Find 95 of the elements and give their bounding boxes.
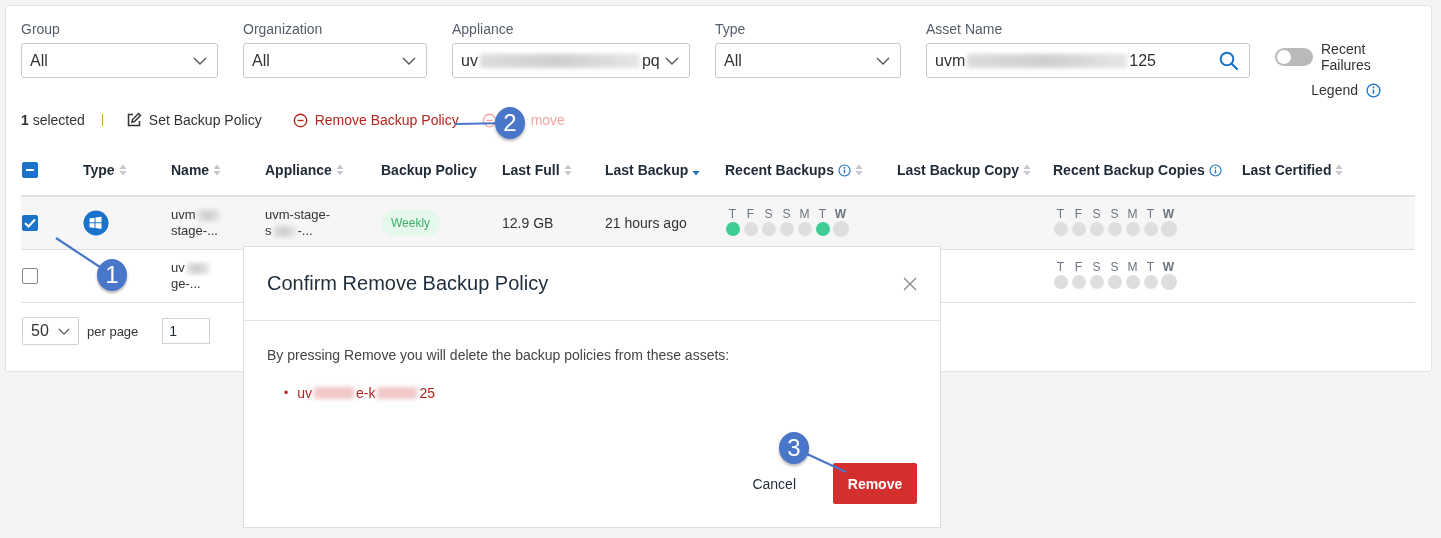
text-fragment: All xyxy=(252,51,270,70)
text-fragment: uvm xyxy=(171,207,196,223)
selection-count: 1 selected xyxy=(21,112,85,128)
toggle-switch[interactable] xyxy=(1275,48,1313,66)
column-header[interactable]: Last Backup xyxy=(605,162,689,178)
day-label: F xyxy=(1074,207,1083,221)
table-cell: 12.9 GB xyxy=(502,215,554,231)
day-label: T xyxy=(1056,207,1065,221)
info-icon[interactable] xyxy=(1366,82,1381,98)
select-all-checkbox[interactable] xyxy=(22,162,38,178)
remove-button[interactable]: Remove xyxy=(833,463,917,504)
column-header[interactable]: Backup Policy xyxy=(381,162,477,178)
info-icon[interactable] xyxy=(837,163,851,177)
text-fragment: uvm xyxy=(935,51,966,70)
day-label: S xyxy=(1110,207,1119,221)
day-label: T xyxy=(818,207,827,221)
filter-label: Appliance xyxy=(452,21,515,38)
search-field[interactable]: uvm 125 xyxy=(926,43,1250,78)
filter-label: Type xyxy=(715,21,747,38)
text-fragment: 125 xyxy=(1129,51,1156,70)
column-header[interactable]: Name xyxy=(171,162,210,178)
text-fragment: uv xyxy=(297,385,312,401)
day-label: T xyxy=(1146,207,1155,221)
legend-link[interactable]: Legend xyxy=(1311,82,1358,98)
day-label: S xyxy=(1092,260,1101,274)
row-checkbox[interactable] xyxy=(22,268,38,284)
dialog-title: Confirm Remove Backup Policy xyxy=(267,272,549,295)
day-label: S xyxy=(1110,260,1119,274)
day-label: S xyxy=(764,207,773,221)
text-fragment: -... xyxy=(297,223,313,239)
page-input[interactable]: 1 xyxy=(162,318,211,344)
chevron-down-icon xyxy=(193,56,207,65)
filter-label: Group xyxy=(21,21,61,38)
chevron-down-icon xyxy=(876,56,890,65)
day-label: M xyxy=(1127,207,1138,221)
text-fragment: uvm-stage- xyxy=(265,207,331,223)
minus-circle-icon[interactable] xyxy=(481,112,497,128)
text-fragment: uv xyxy=(461,51,478,70)
filter-label: Asset Name xyxy=(926,21,1004,38)
toggle-label: Recent Failures xyxy=(1321,41,1372,73)
minus-circle-icon[interactable] xyxy=(292,112,308,128)
redaction-mark xyxy=(314,387,354,399)
column-header[interactable]: Recent Backups xyxy=(725,162,834,178)
table-cell: 21 hours ago xyxy=(605,215,687,231)
day-label: S xyxy=(782,207,791,221)
dropdown[interactable]: All xyxy=(715,43,901,78)
remove-action[interactable]: Remove Backup Policy xyxy=(314,112,459,128)
cancel-button[interactable]: Cancel xyxy=(738,465,810,502)
column-header[interactable]: Recent Backup Copies xyxy=(1053,162,1205,178)
windows-vm-icon xyxy=(83,210,109,236)
day-label: T xyxy=(728,207,737,221)
dropdown[interactable]: All xyxy=(243,43,427,78)
filter-label: Organization xyxy=(243,21,324,38)
bullet: • xyxy=(284,386,289,400)
redaction-mark xyxy=(273,225,296,237)
close-icon[interactable] xyxy=(903,276,917,291)
info-icon[interactable] xyxy=(1208,163,1222,177)
text-fragment: 25 xyxy=(419,385,436,401)
column-header[interactable]: Last Certified xyxy=(1242,162,1332,178)
chevron-down-icon xyxy=(402,56,416,65)
dropdown[interactable]: All xyxy=(21,43,218,78)
per-page-dropdown[interactable]: 50 xyxy=(22,317,79,345)
day-label: W xyxy=(834,207,847,221)
day-label: F xyxy=(746,207,755,221)
edit-icon[interactable] xyxy=(125,112,142,128)
column-header[interactable]: Last Backup Copy xyxy=(897,162,1020,178)
row-checkbox[interactable] xyxy=(22,215,38,231)
day-label: S xyxy=(1092,207,1101,221)
day-label: T xyxy=(1056,260,1065,274)
text-fragment: ge-... xyxy=(171,276,201,292)
day-label: M xyxy=(799,207,810,221)
chevron-down-icon xyxy=(665,56,679,65)
day-label: W xyxy=(1162,207,1175,221)
day-label: M xyxy=(1127,260,1138,274)
day-label: F xyxy=(1074,260,1083,274)
text-fragment: stage-... xyxy=(171,223,218,239)
dropdown[interactable]: uv pq xyxy=(452,43,690,78)
text-fragment: s xyxy=(265,223,272,239)
set-action[interactable]: Set Backup Policy xyxy=(148,112,262,128)
text-fragment: All xyxy=(30,51,48,70)
search-icon[interactable] xyxy=(1219,50,1239,71)
day-label: T xyxy=(1146,260,1155,274)
chevron-down-icon xyxy=(58,327,70,335)
dialog-message: By pressing Remove you will delete the backup policies from these assets: xyxy=(267,347,731,363)
policy-badge: Weekly xyxy=(381,210,441,236)
column-header[interactable]: Appliance xyxy=(265,162,332,178)
text-fragment: All xyxy=(724,51,742,70)
text-fragment: e-k xyxy=(356,385,376,401)
per-page-label: per page xyxy=(87,323,139,339)
redaction-mark xyxy=(377,387,418,399)
column-header[interactable]: Type xyxy=(83,162,115,178)
text-fragment: pq xyxy=(641,51,660,70)
column-header[interactable]: Last Full xyxy=(502,162,560,178)
text-fragment: uv xyxy=(171,260,185,276)
day-label: W xyxy=(1162,260,1175,274)
